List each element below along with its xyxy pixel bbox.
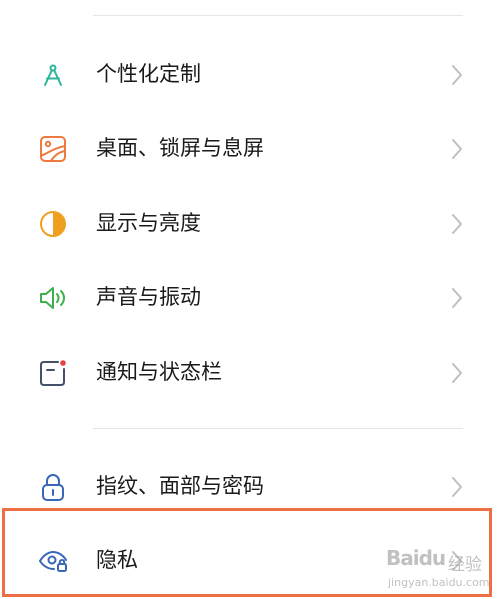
settings-item-label: 桌面、锁屏与息屏 xyxy=(96,136,264,160)
chevron-right-icon xyxy=(450,137,464,161)
settings-item-personalization[interactable]: 个性化定制 xyxy=(0,44,500,104)
chevron-right-icon xyxy=(450,475,464,499)
settings-item-sound-vibration[interactable]: 声音与振动 xyxy=(0,267,500,327)
settings-item-label: 显示与亮度 xyxy=(96,211,201,235)
notification-icon xyxy=(38,358,68,388)
brightness-icon xyxy=(38,209,68,239)
settings-item-desktop-lockscreen[interactable]: 桌面、锁屏与息屏 xyxy=(0,118,500,178)
baidu-watermark: Baidu 经验 jingyan.baidu.com xyxy=(380,540,498,598)
top-divider xyxy=(93,15,463,16)
watermark-suffix: 经验 xyxy=(448,555,482,575)
settings-item-fingerprint-face-password[interactable]: 指纹、面部与密码 xyxy=(0,456,500,516)
section-divider xyxy=(93,428,463,429)
watermark-url: jingyan.baidu.com xyxy=(388,576,490,589)
chevron-right-icon xyxy=(450,212,464,236)
compass-icon xyxy=(38,60,68,90)
settings-item-label: 通知与状态栏 xyxy=(96,360,222,384)
wallpaper-icon xyxy=(38,134,68,164)
settings-item-label: 个性化定制 xyxy=(96,62,201,86)
watermark-brand: Baidu xyxy=(386,546,446,570)
chevron-right-icon xyxy=(450,286,464,310)
speaker-icon xyxy=(38,283,68,313)
settings-item-label: 声音与振动 xyxy=(96,285,201,309)
chevron-right-icon xyxy=(450,63,464,87)
settings-item-notification-statusbar[interactable]: 通知与状态栏 xyxy=(0,342,500,402)
settings-item-display-brightness[interactable]: 显示与亮度 xyxy=(0,193,500,253)
lock-icon xyxy=(38,472,68,502)
settings-item-label: 指纹、面部与密码 xyxy=(96,474,264,498)
chevron-right-icon xyxy=(450,361,464,385)
